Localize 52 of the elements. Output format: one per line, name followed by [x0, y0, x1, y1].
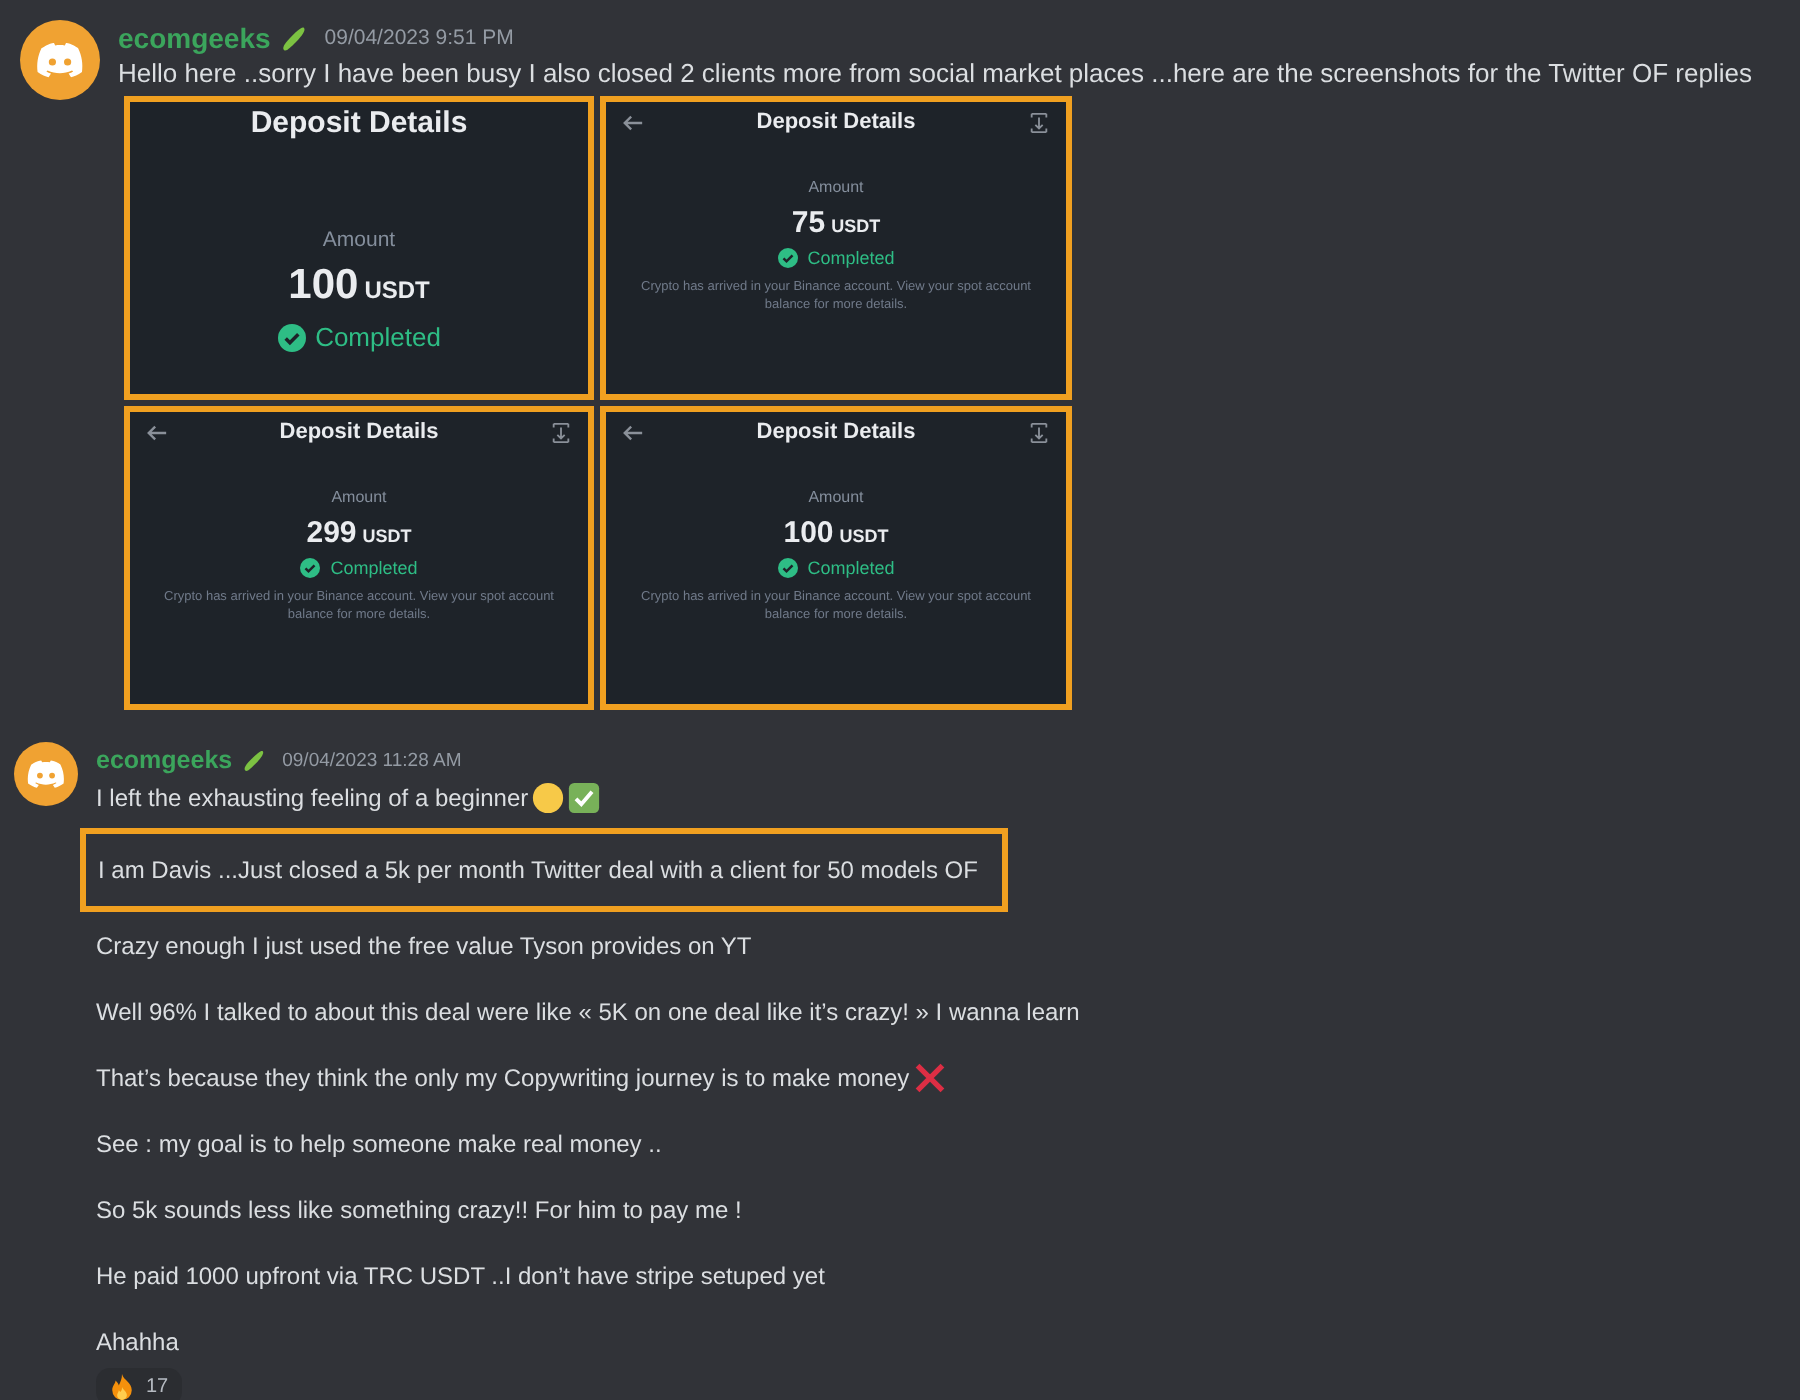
message-text: He paid 1000 upfront via TRC USDT ..I don’t have stripe setuped yet — [96, 1262, 825, 1290]
fire-icon — [110, 1374, 134, 1400]
message-text: Crazy enough I just used the free value Tyson provides on YT — [96, 932, 752, 960]
amount-label: Amount — [808, 488, 864, 506]
amount-label: Amount — [808, 178, 864, 196]
cucumber-icon — [240, 746, 269, 774]
download-icon — [1028, 421, 1050, 443]
status-text: Completed — [330, 558, 418, 578]
username[interactable]: ecomgeeks — [118, 22, 271, 54]
username[interactable]: ecomgeeks — [96, 746, 233, 774]
amount-value: 100 — [783, 516, 834, 550]
currency-label: USDT — [364, 276, 430, 304]
checkmark-emoji-icon — [568, 782, 601, 814]
timestamp: 09/04/2023 11:28 AM — [282, 749, 462, 771]
screenshot-card[interactable]: Deposit Details Amount 100 USDT Completed — [124, 96, 594, 400]
message-text: See : my goal is to help someone make real money .. — [96, 1130, 662, 1158]
message-text: That’s because they think the only my Copywriting journey is to make money — [96, 1064, 910, 1092]
currency-label: USDT — [362, 526, 412, 546]
amount-label: Amount — [331, 488, 387, 506]
message-text: Well 96% I talked to about this deal were like « 5K on one deal like it’s crazy! » I wanna learn — [96, 998, 1080, 1026]
status-text: Completed — [807, 558, 895, 578]
amount-label: Amount — [322, 228, 396, 252]
reaction-button[interactable]: 17 — [96, 1368, 183, 1400]
amount-value: 75 — [791, 206, 826, 240]
message-text: I am Davis ...Just closed a 5k per month Twitter deal with a client for 50 models OF — [98, 856, 978, 884]
card-title: Deposit Details — [756, 420, 916, 444]
cross-mark-icon — [913, 1062, 946, 1094]
card-title: Deposit Details — [756, 110, 916, 134]
currency-label: USDT — [831, 216, 881, 236]
card-title: Deposit Details — [250, 106, 468, 140]
avatar-icon[interactable] — [20, 20, 100, 100]
message-text: So 5k sounds less like something crazy!! For him to pay me ! — [96, 1196, 742, 1224]
avatar-icon[interactable] — [14, 742, 78, 806]
check-circle-icon — [777, 248, 798, 268]
check-circle-icon — [300, 558, 321, 578]
message-text: Ahahha — [96, 1328, 179, 1356]
download-icon — [1028, 111, 1050, 133]
message-text: I left the exhausting feeling of a beginner — [96, 784, 529, 812]
status-text: Completed — [315, 322, 441, 352]
check-circle-icon — [777, 558, 798, 578]
download-icon — [550, 421, 572, 443]
card-title: Deposit Details — [279, 420, 439, 444]
message-text: Hello here ..sorry I have been busy I also closed 2 clients more from social market places ...here are the screenshots for the Twitter OF replies — [118, 58, 1752, 88]
amount-value: 100 — [288, 262, 359, 310]
back-arrow-icon — [622, 421, 644, 443]
check-circle-icon — [277, 323, 306, 351]
timestamp: 09/04/2023 9:51 PM — [324, 26, 514, 50]
back-arrow-icon — [622, 111, 644, 133]
status-text: Completed — [807, 248, 895, 268]
currency-label: USDT — [839, 526, 889, 546]
amount-value: 299 — [306, 516, 357, 550]
back-arrow-icon — [146, 421, 168, 443]
